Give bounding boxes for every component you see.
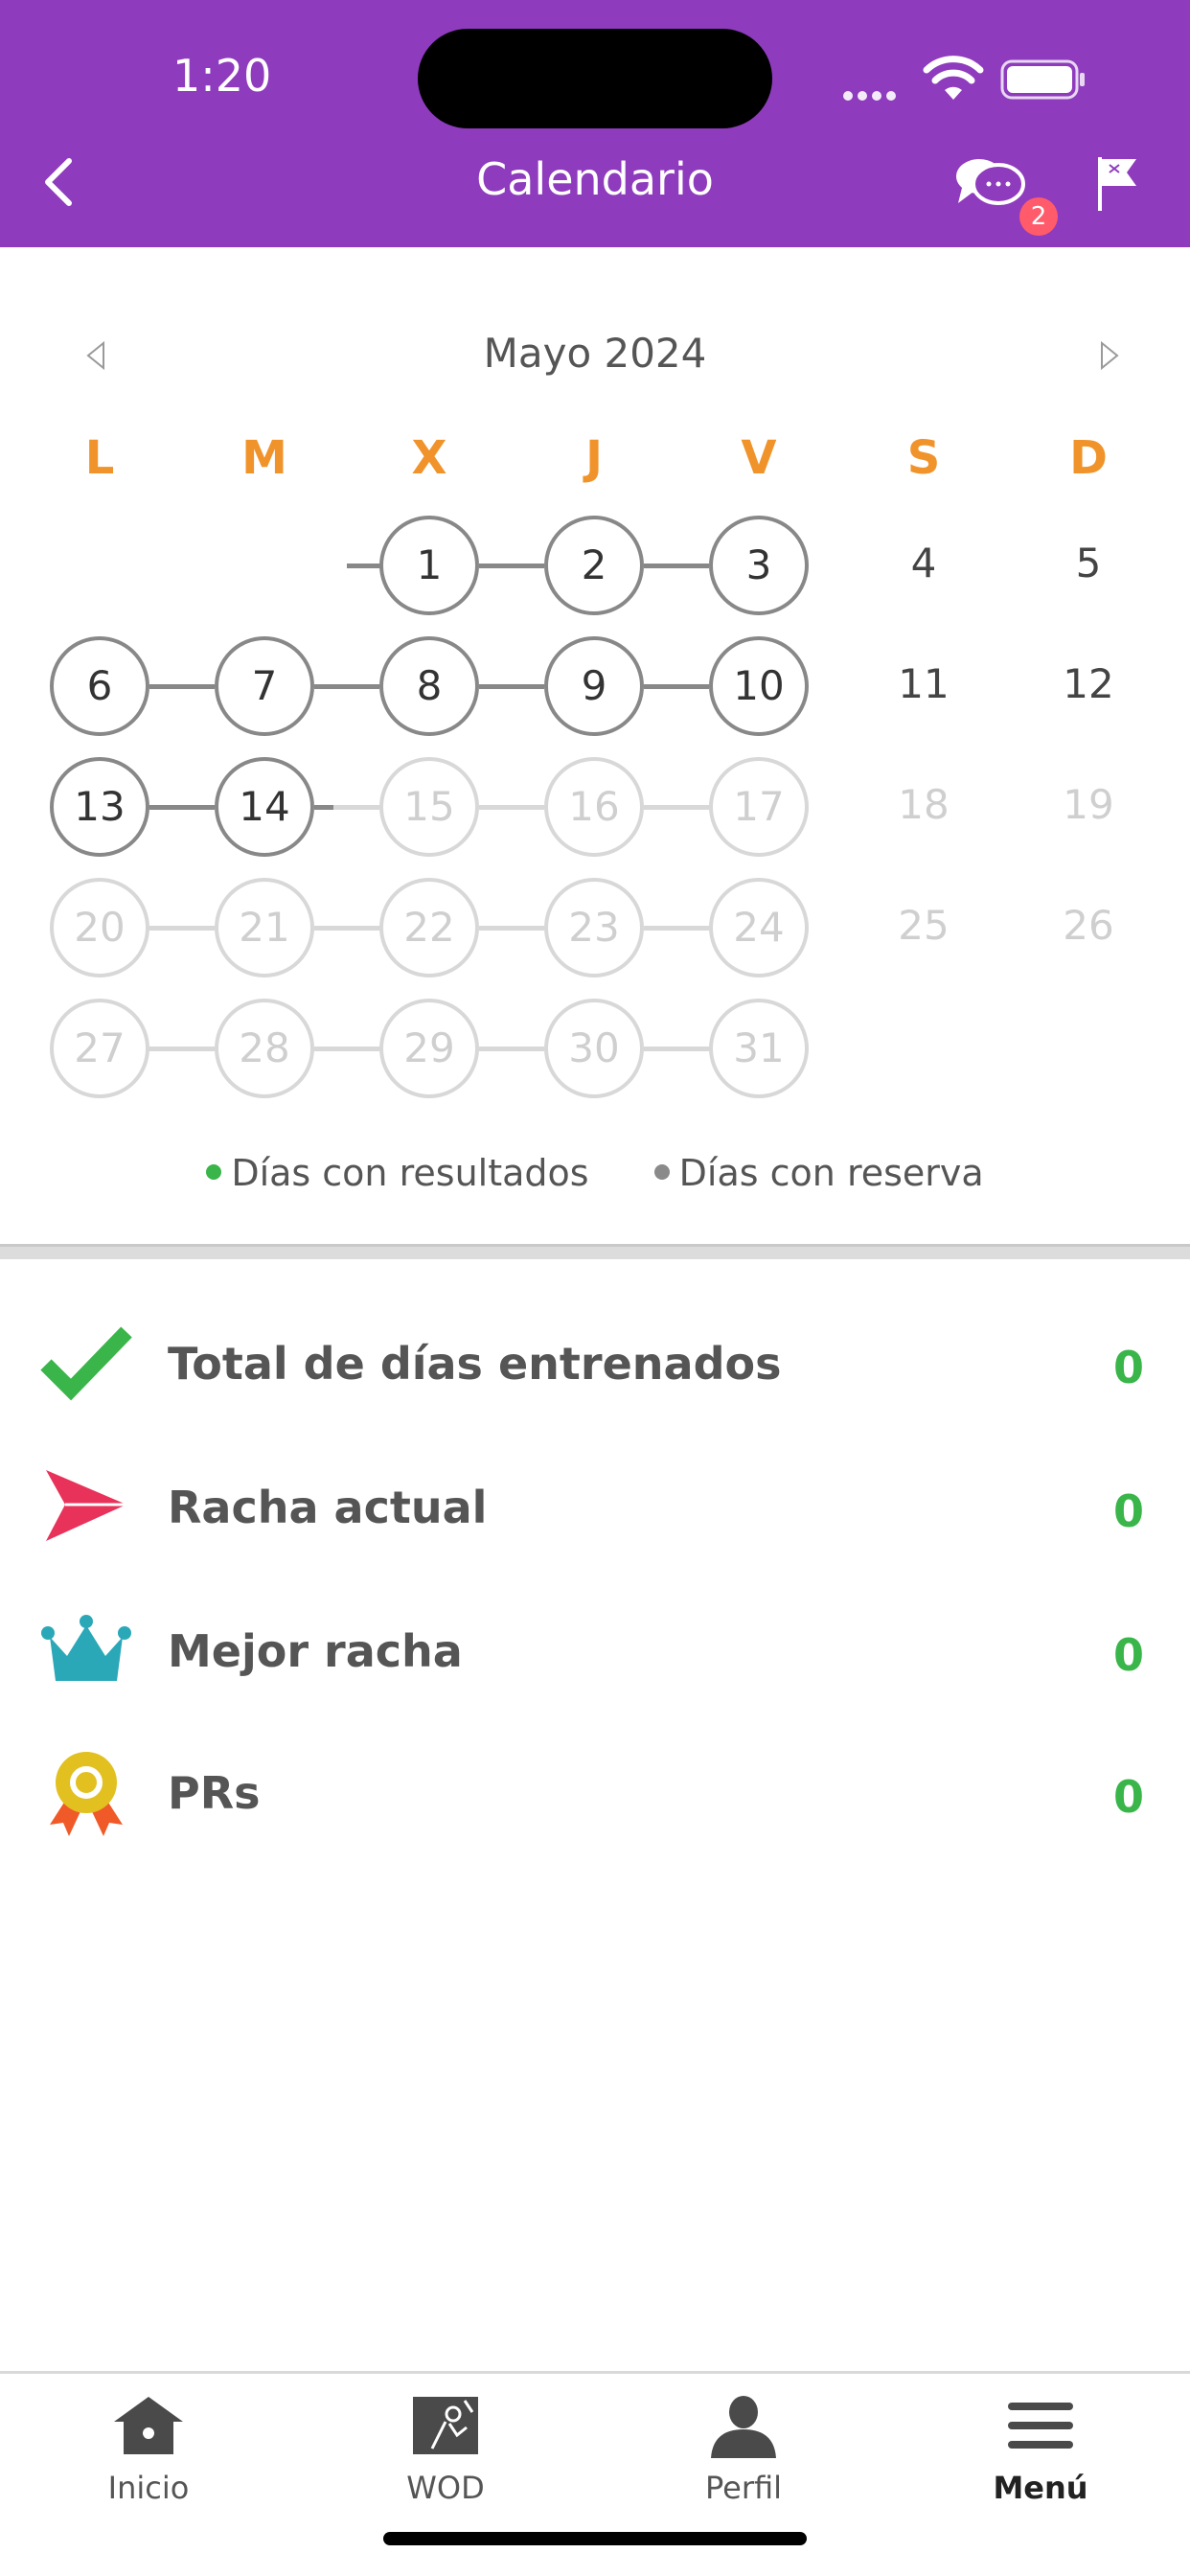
calendar-day[interactable]: 26: [1039, 878, 1138, 978]
calendar-day[interactable]: 4: [874, 516, 973, 615]
calendar-day[interactable]: 11: [874, 636, 973, 736]
calendar-day[interactable]: 13: [50, 757, 149, 857]
paper-plane-icon: [46, 1470, 126, 1541]
day-connector: [479, 564, 544, 568]
calendar-day[interactable]: 30: [544, 999, 644, 1098]
day-connector: [314, 926, 379, 931]
calendar-legend: Días con resultados Días con reserva: [0, 1152, 1190, 1194]
calendar-day[interactable]: 31: [709, 999, 809, 1098]
day-connector: [479, 1046, 544, 1051]
legend-results: Días con resultados: [206, 1152, 589, 1194]
day-connector: [149, 926, 215, 931]
wod-icon: [413, 2397, 478, 2454]
calendar-day[interactable]: 19: [1039, 757, 1138, 857]
day-connector: [149, 684, 215, 689]
calendar-day[interactable]: 29: [379, 999, 479, 1098]
calendar-day[interactable]: 7: [215, 636, 314, 736]
day-connector: [149, 805, 215, 810]
calendar-day[interactable]: 25: [874, 878, 973, 978]
calendar-day[interactable]: 22: [379, 878, 479, 978]
calendar-day[interactable]: 5: [1039, 516, 1138, 615]
calendar-day[interactable]: 10: [709, 636, 809, 736]
day-connector: [479, 684, 544, 689]
calendar-day[interactable]: 3: [709, 516, 809, 615]
check-icon: [40, 1326, 132, 1401]
results-dot-icon: [206, 1163, 222, 1180]
day-connector: [314, 1046, 379, 1051]
calendar-day[interactable]: 8: [379, 636, 479, 736]
day-connector: [479, 926, 544, 931]
calendar-day[interactable]: 21: [215, 878, 314, 978]
day-connector: [644, 684, 709, 689]
calendar-day[interactable]: 28: [215, 999, 314, 1098]
day-connector: [347, 564, 381, 568]
calendar-day[interactable]: 27: [50, 999, 149, 1098]
calendar-day[interactable]: 20: [50, 878, 149, 978]
day-connector: [314, 684, 379, 689]
home-icon: [114, 2397, 183, 2454]
day-connector: [644, 1046, 709, 1051]
day-connector: [644, 926, 709, 931]
stat-current-streak: Racha actual 0: [0, 1460, 1190, 1576]
calendar-day[interactable]: 23: [544, 878, 644, 978]
stat-total-days: Total de días entrenados 0: [0, 1317, 1190, 1432]
day-connector: [479, 805, 544, 810]
tab-perfil[interactable]: Perfil: [648, 2393, 839, 2527]
tab-menu[interactable]: Menú: [945, 2393, 1136, 2527]
reservation-dot-icon: [653, 1163, 670, 1180]
tab-inicio[interactable]: Inicio: [53, 2393, 244, 2527]
calendar-day[interactable]: 12: [1039, 636, 1138, 736]
calendar-day[interactable]: 24: [709, 878, 809, 978]
calendar-day[interactable]: 18: [874, 757, 973, 857]
section-divider: [0, 1244, 1190, 1259]
day-connector: [314, 805, 333, 810]
home-indicator: [383, 2532, 807, 2545]
calendar-day[interactable]: 2: [544, 516, 644, 615]
menu-icon: [1008, 2403, 1073, 2449]
legend-reservations: Días con reserva: [653, 1152, 984, 1194]
tab-wod[interactable]: WOD: [350, 2393, 541, 2527]
calendar-grid: 1 2 3 4 5 6 7 8 9 10 11 12 13 14 15 16 17 18 19 20 21 22 23 24 2…: [0, 0, 1190, 1150]
calendar-day[interactable]: 6: [50, 636, 149, 736]
calendar-day[interactable]: 9: [544, 636, 644, 736]
day-connector: [149, 1046, 215, 1051]
calendar-day[interactable]: 17: [709, 757, 809, 857]
medal-icon: [50, 1752, 123, 1836]
calendar-day[interactable]: 14: [215, 757, 314, 857]
profile-icon: [711, 2396, 776, 2458]
calendar-day[interactable]: 16: [544, 757, 644, 857]
stat-prs: PRs 0: [0, 1746, 1190, 1861]
calendar-day[interactable]: 15: [379, 757, 479, 857]
crown-icon: [41, 1615, 131, 1681]
day-connector: [644, 805, 709, 810]
calendar-day[interactable]: 1: [379, 516, 479, 615]
day-connector: [644, 564, 709, 568]
stat-best-streak: Mejor racha 0: [0, 1604, 1190, 1719]
